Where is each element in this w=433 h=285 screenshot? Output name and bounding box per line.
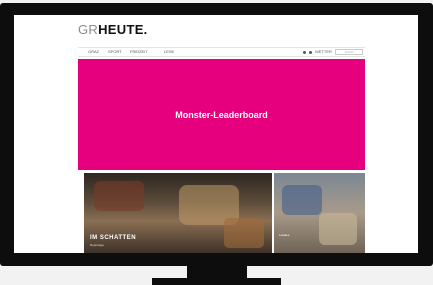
photo-shape xyxy=(319,213,357,245)
photo-shape xyxy=(224,218,264,248)
leaderboard-ad[interactable]: Monster-Leaderboard xyxy=(78,59,365,170)
teaser-side[interactable]: Lokales xyxy=(274,173,365,253)
ad-label: Monster-Leaderboard xyxy=(175,109,268,120)
search-input[interactable]: Suche xyxy=(335,49,363,55)
logo-prefix: GR xyxy=(78,22,99,37)
weather-link[interactable]: WETTER xyxy=(315,49,332,54)
site-logo[interactable]: GRHEUTE. xyxy=(78,22,148,37)
monitor-frame: GRHEUTE. GRAZ SPORT FREIZEIT LESE WETTER… xyxy=(0,3,433,266)
teaser-side-caption: Lokales xyxy=(279,233,290,237)
teaser-main-title: IM SCHATTEN xyxy=(90,235,137,241)
share-icon[interactable] xyxy=(308,50,312,54)
nav-item-3[interactable]: FREIZEIT xyxy=(130,49,148,54)
nav-right-group: WETTER Suche xyxy=(302,49,363,55)
main-nav: GRAZ SPORT FREIZEIT LESE WETTER Suche xyxy=(78,47,365,57)
user-icon[interactable] xyxy=(302,50,306,54)
browser-screen: GRHEUTE. GRAZ SPORT FREIZEIT LESE WETTER… xyxy=(14,15,418,253)
nav-item-2[interactable]: SPORT xyxy=(108,49,122,54)
teaser-main[interactable]: IM SCHATTEN Reportage xyxy=(84,173,272,253)
nav-item-1[interactable]: GRAZ xyxy=(88,49,99,54)
photo-shape xyxy=(94,181,144,211)
photo-shape xyxy=(282,185,322,215)
logo-dot: . xyxy=(143,22,148,37)
nav-item-4[interactable]: LESE xyxy=(164,49,174,54)
monitor-base xyxy=(152,278,281,285)
logo-main: HEUTE xyxy=(98,22,144,37)
monitor-stand xyxy=(187,266,247,278)
teaser-main-sub: Reportage xyxy=(90,243,105,247)
